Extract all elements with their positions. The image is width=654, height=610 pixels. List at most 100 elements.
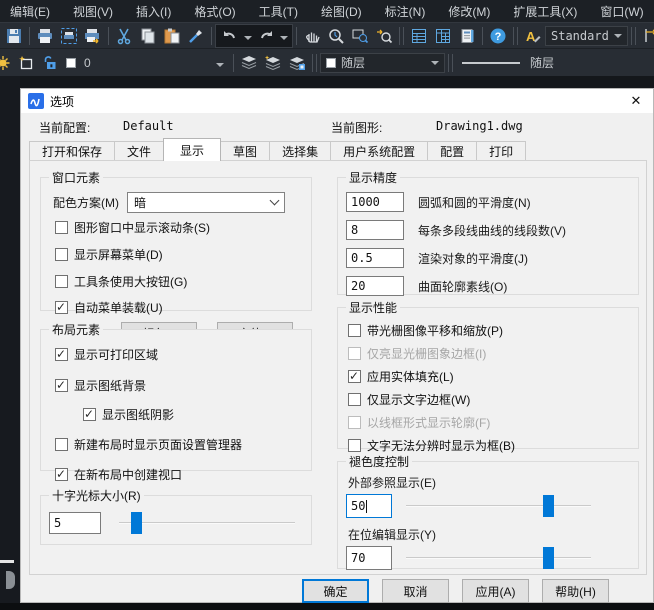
- help-icon[interactable]: ?: [486, 25, 510, 47]
- checkbox-page-setup-manager[interactable]: 新建布局时显示页面设置管理器: [55, 436, 303, 453]
- arc-smoothness-input[interactable]: 1000: [346, 192, 404, 212]
- zoom-window-icon[interactable]: [348, 25, 372, 47]
- zoom-previous-icon[interactable]: [372, 25, 396, 47]
- rendered-smoothness-input[interactable]: 0.5: [346, 248, 404, 268]
- polyline-segments-input[interactable]: 8: [346, 220, 404, 240]
- cut-icon[interactable]: [112, 25, 136, 47]
- checkbox-box[interactable]: [55, 438, 68, 451]
- xref-fade-slider[interactable]: [406, 495, 591, 517]
- text-style-icon[interactable]: A: [521, 25, 545, 47]
- dialog-title-bar[interactable]: 选项 ✕: [21, 89, 653, 113]
- inplace-fade-slider[interactable]: [406, 547, 591, 569]
- tab-user-preferences[interactable]: 用户系统配置: [330, 141, 428, 161]
- close-icon[interactable]: ✕: [626, 93, 646, 109]
- checkbox-create-viewport[interactable]: 在新布局中创建视口: [55, 466, 303, 483]
- checkbox-box[interactable]: [348, 393, 361, 406]
- xref-fade-input[interactable]: 50: [346, 494, 392, 518]
- help-button[interactable]: 帮助(H): [542, 579, 609, 603]
- paste-icon[interactable]: [160, 25, 184, 47]
- checkbox-box[interactable]: [348, 324, 361, 337]
- checkbox-auto-menu-load[interactable]: 自动菜单装载(U): [55, 299, 303, 316]
- menu-format[interactable]: 格式(O): [194, 3, 235, 20]
- redo-dropdown-icon[interactable]: [278, 29, 290, 43]
- layer-freeze-icon[interactable]: [14, 52, 38, 74]
- contour-lines-input[interactable]: 20: [346, 276, 404, 296]
- toolbar-separator: [482, 27, 483, 45]
- checkbox-paper-background[interactable]: 显示图纸背景: [55, 377, 303, 394]
- tool-palettes-icon[interactable]: [455, 25, 479, 47]
- layer-bulb-icon[interactable]: [0, 52, 14, 74]
- format-painter-icon[interactable]: [184, 25, 208, 47]
- checkbox-printable-area[interactable]: 显示可打印区域: [55, 346, 303, 363]
- checkbox-box[interactable]: [83, 408, 96, 421]
- properties-palette-icon[interactable]: [407, 25, 431, 47]
- cancel-button[interactable]: 取消: [382, 579, 449, 603]
- checkbox-box[interactable]: [55, 468, 68, 481]
- tab-draft[interactable]: 草图: [220, 141, 270, 161]
- undo-icon[interactable]: [218, 25, 242, 47]
- tab-open-save[interactable]: 打开和保存: [29, 141, 115, 161]
- layer-unlock-icon[interactable]: [38, 52, 62, 74]
- menu-modify[interactable]: 修改(M): [448, 3, 490, 20]
- inplace-fade-input[interactable]: 70: [346, 546, 392, 570]
- tab-files[interactable]: 文件: [114, 141, 164, 161]
- tab-profiles[interactable]: 配置: [427, 141, 477, 161]
- checkbox-text-as-box[interactable]: 文字无法分辨时显示为框(B): [348, 437, 630, 454]
- layer-states-icon[interactable]: [261, 52, 285, 74]
- checkbox-paper-shadow[interactable]: 显示图纸阴影: [83, 406, 303, 423]
- menu-express-tools[interactable]: 扩展工具(X): [513, 3, 577, 20]
- checkbox-box[interactable]: [348, 370, 361, 383]
- layer-properties-icon[interactable]: [237, 52, 261, 74]
- menu-edit[interactable]: 编辑(E): [10, 3, 50, 20]
- checkbox-large-buttons[interactable]: 工具条使用大按钮(G): [55, 273, 303, 290]
- checkbox-box[interactable]: [55, 248, 68, 261]
- checkbox-box[interactable]: [55, 275, 68, 288]
- dock-grip[interactable]: [6, 571, 15, 589]
- tab-selection[interactable]: 选择集: [269, 141, 331, 161]
- print-icon[interactable]: [33, 25, 57, 47]
- apply-button[interactable]: 应用(A): [462, 579, 529, 603]
- checkbox-box[interactable]: [55, 221, 68, 234]
- checkbox-scrollbars[interactable]: 图形窗口中显示滚动条(S): [55, 219, 303, 236]
- dimension-icon[interactable]: [639, 25, 654, 47]
- checkbox-box[interactable]: [55, 348, 68, 361]
- text-style-combo[interactable]: Standard: [545, 26, 628, 46]
- layer-combo-dropdown-icon[interactable]: [210, 56, 230, 70]
- slider-thumb[interactable]: [543, 495, 554, 517]
- checkbox-screen-menu[interactable]: 显示屏幕菜单(D): [55, 246, 303, 263]
- checkbox-box: [348, 347, 361, 360]
- menu-draw[interactable]: 绘图(D): [321, 3, 362, 20]
- plot-icon[interactable]: [81, 25, 105, 47]
- tab-display[interactable]: 显示: [163, 138, 221, 161]
- layer-manager-icon[interactable]: [285, 52, 309, 74]
- color-scheme-select[interactable]: 暗: [127, 192, 285, 213]
- print-preview-icon[interactable]: [57, 25, 81, 47]
- save-icon[interactable]: [2, 25, 26, 47]
- slider-thumb[interactable]: [131, 512, 142, 534]
- menu-tools[interactable]: 工具(T): [259, 3, 298, 20]
- checkbox-box[interactable]: [55, 379, 68, 392]
- redo-icon[interactable]: [254, 25, 278, 47]
- tab-plot[interactable]: 打印: [476, 141, 526, 161]
- linetype-control-combo[interactable]: 随层: [456, 54, 560, 71]
- crosshair-size-input[interactable]: 5: [49, 512, 101, 534]
- checkbox-solid-fill[interactable]: 应用实体填充(L): [348, 368, 630, 385]
- slider-thumb[interactable]: [543, 547, 554, 569]
- undo-dropdown-icon[interactable]: [242, 29, 254, 43]
- design-center-icon[interactable]: [431, 25, 455, 47]
- menu-insert[interactable]: 插入(I): [136, 3, 171, 20]
- crosshair-size-slider[interactable]: [119, 512, 295, 534]
- menu-dimension[interactable]: 标注(N): [385, 3, 426, 20]
- checkbox-raster-pan-zoom[interactable]: 带光栅图像平移和缩放(P): [348, 322, 630, 339]
- copy-icon[interactable]: [136, 25, 160, 47]
- chevron-down-icon: [270, 196, 280, 206]
- color-control-combo[interactable]: 随层: [320, 53, 445, 73]
- menu-view[interactable]: 视图(V): [73, 3, 113, 20]
- ok-button[interactable]: 确定: [302, 579, 369, 603]
- checkbox-box[interactable]: [55, 301, 68, 314]
- pan-icon[interactable]: [300, 25, 324, 47]
- checkbox-text-boundary-only[interactable]: 仅显示文字边框(W): [348, 391, 630, 408]
- checkbox-box[interactable]: [348, 439, 361, 452]
- zoom-realtime-icon[interactable]: [324, 25, 348, 47]
- menu-window[interactable]: 窗口(W): [600, 3, 643, 20]
